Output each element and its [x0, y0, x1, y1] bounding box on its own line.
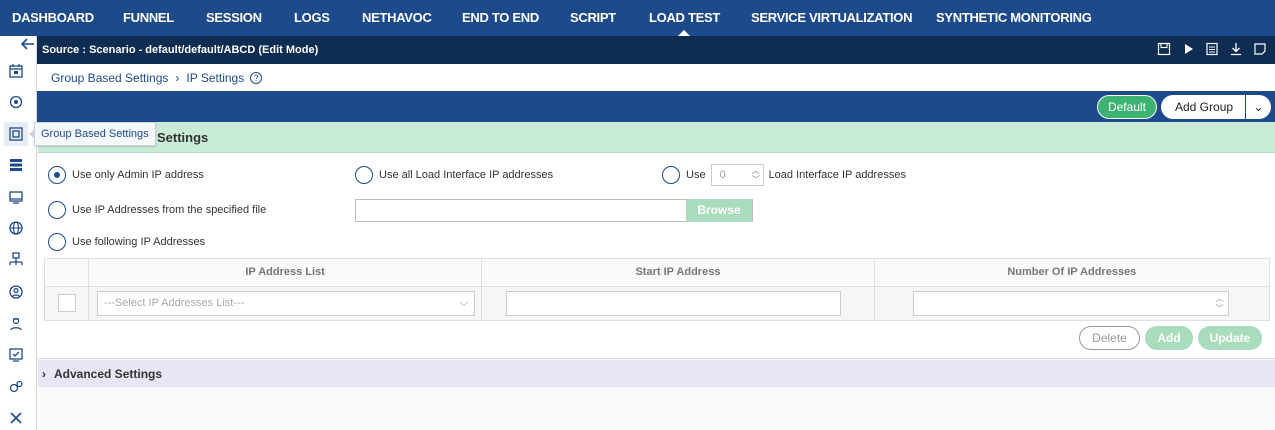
back-arrow-icon[interactable]	[20, 36, 36, 52]
tools-icon[interactable]	[8, 410, 24, 426]
help-icon[interactable]: ?	[250, 71, 263, 84]
delete-button[interactable]: Delete	[1079, 326, 1140, 350]
add-button[interactable]: Add	[1145, 326, 1193, 350]
download-icon[interactable]	[1229, 42, 1243, 56]
gears-icon[interactable]	[8, 379, 24, 395]
left-sidebar	[0, 36, 37, 430]
radio-label: Use IP Addresses from the specified file	[72, 204, 267, 216]
radio-circle[interactable]	[48, 201, 66, 219]
breadcrumb-group-based-settings[interactable]: Group Based Settings	[51, 71, 168, 85]
radio-from-file[interactable]: Use IP Addresses from the specified file	[48, 201, 266, 219]
table-row: ---Select IP Addresses List--- ⌵ ︿ ﹀	[45, 287, 1269, 320]
list-icon[interactable]	[1205, 42, 1219, 56]
column-start-ip: Start IP Address	[482, 259, 875, 286]
start-ip-input[interactable]	[506, 291, 842, 316]
globe-icon[interactable]	[8, 220, 24, 236]
browse-button[interactable]: Browse	[686, 199, 752, 222]
tab-end-to-end[interactable]: END TO END	[462, 0, 539, 36]
user-circle-icon[interactable]	[8, 284, 24, 300]
eye-settings-icon[interactable]	[8, 94, 24, 110]
tab-nethavoc[interactable]: NETHAVOC	[362, 0, 432, 36]
network-icon[interactable]	[8, 252, 24, 268]
play-icon[interactable]	[1181, 42, 1195, 56]
tab-load-test[interactable]: LOAD TEST	[649, 0, 720, 36]
radio-label: Use only Admin IP address	[72, 169, 204, 181]
source-toolbar	[1157, 42, 1267, 56]
stepper-arrows-icon[interactable]: ︿ ﹀	[752, 166, 760, 184]
tab-logs[interactable]: LOGS	[294, 0, 330, 36]
breadcrumb-ip-settings[interactable]: IP Settings	[186, 71, 244, 85]
top-navigation: DASHBOARD FUNNEL SESSION LOGS NETHAVOC E…	[0, 0, 1275, 36]
radio-circle[interactable]	[48, 166, 66, 184]
chevron-down-icon[interactable]: ⌄	[1245, 95, 1271, 119]
tab-session[interactable]: SESSION	[206, 0, 262, 36]
radio-following-ips[interactable]: Use following IP Addresses	[48, 233, 205, 251]
update-button[interactable]: Update	[1198, 326, 1262, 350]
action-band: Default Add Group ⌄	[37, 91, 1275, 122]
column-number-of-ips: Number Of IP Addresses	[1007, 266, 1137, 278]
ip-settings-panel: Use only Admin IP address Use all Load I…	[38, 153, 1275, 359]
radio-circle[interactable]	[48, 233, 66, 251]
ip-list-cell: ---Select IP Addresses List--- ⌵	[89, 287, 483, 320]
table-header-select	[45, 259, 89, 286]
add-group-label: Add Group	[1175, 100, 1234, 114]
stepper-arrows-icon[interactable]: ︿ ﹀	[1216, 294, 1224, 314]
tab-funnel[interactable]: FUNNEL	[123, 0, 174, 36]
source-bar: Source : Scenario - default/default/ABCD…	[37, 36, 1275, 64]
radio-use-count[interactable]: Use 0 ︿ ﹀ Load Interface IP addresses	[662, 164, 906, 186]
tab-script[interactable]: SCRIPT	[570, 0, 616, 36]
tab-service-virtualization[interactable]: SERVICE VIRTUALIZATION	[751, 0, 913, 36]
radio-circle[interactable]	[662, 166, 680, 184]
ip-list-select[interactable]: ---Select IP Addresses List--- ⌵	[96, 291, 475, 316]
group-settings-icon[interactable]	[4, 122, 28, 146]
worker-icon[interactable]	[8, 316, 24, 332]
radio-all-load-interface[interactable]: Use all Load Interface IP addresses	[355, 166, 553, 184]
breadcrumb: Group Based Settings › IP Settings ?	[37, 64, 1275, 91]
server-list-icon[interactable]	[8, 157, 24, 173]
radio-label: Use all Load Interface IP addresses	[379, 169, 554, 181]
advanced-settings-label: Advanced Settings	[54, 366, 163, 381]
radio-circle[interactable]	[355, 166, 373, 184]
tab-dashboard[interactable]: DASHBOARD	[12, 0, 94, 36]
source-label: Source : Scenario - default/default/ABCD…	[42, 44, 319, 56]
default-button[interactable]: Default	[1096, 95, 1157, 119]
row-checkbox[interactable]	[58, 294, 76, 312]
monitor-icon[interactable]	[8, 189, 24, 205]
ip-count-input[interactable]: ︿ ﹀	[912, 291, 1229, 316]
section-header: Settings	[38, 122, 1275, 153]
checklist-monitor-icon[interactable]	[8, 347, 24, 363]
section-title: Settings	[157, 130, 209, 145]
file-path-input[interactable]: Browse	[355, 199, 753, 222]
chevron-down-icon: ⌵	[459, 297, 468, 309]
add-group-button[interactable]: Add Group ⌄	[1161, 95, 1271, 119]
load-interface-count-stepper[interactable]: 0 ︿ ﹀	[710, 164, 764, 186]
chevron-right-icon[interactable]: ›	[42, 367, 46, 381]
sidebar-tooltip: Group Based Settings	[29, 122, 156, 146]
advanced-settings-header[interactable]: › Advanced Settings	[38, 360, 1275, 387]
radio-label-suffix: Load Interface IP addresses	[768, 169, 906, 181]
note-icon[interactable]	[1253, 42, 1267, 56]
start-ip-cell	[482, 287, 875, 320]
chevron-right-icon: ›	[175, 70, 180, 85]
row-select-cell	[45, 287, 89, 320]
radio-admin-ip[interactable]: Use only Admin IP address	[48, 166, 204, 184]
column-ip-address-list: IP Address List	[89, 259, 483, 286]
calendar-icon[interactable]	[8, 63, 24, 79]
table-header: IP Address List Start IP Address Number …	[45, 259, 1269, 287]
ip-address-table: IP Address List Start IP Address Number …	[44, 258, 1270, 321]
radio-label: Use following IP Addresses	[72, 236, 206, 248]
ip-count-cell: ︿ ﹀	[875, 287, 1269, 320]
save-icon[interactable]	[1157, 42, 1171, 56]
radio-label: Use	[686, 169, 706, 181]
tab-synthetic-monitoring[interactable]: SYNTHETIC MONITORING	[936, 0, 1092, 36]
